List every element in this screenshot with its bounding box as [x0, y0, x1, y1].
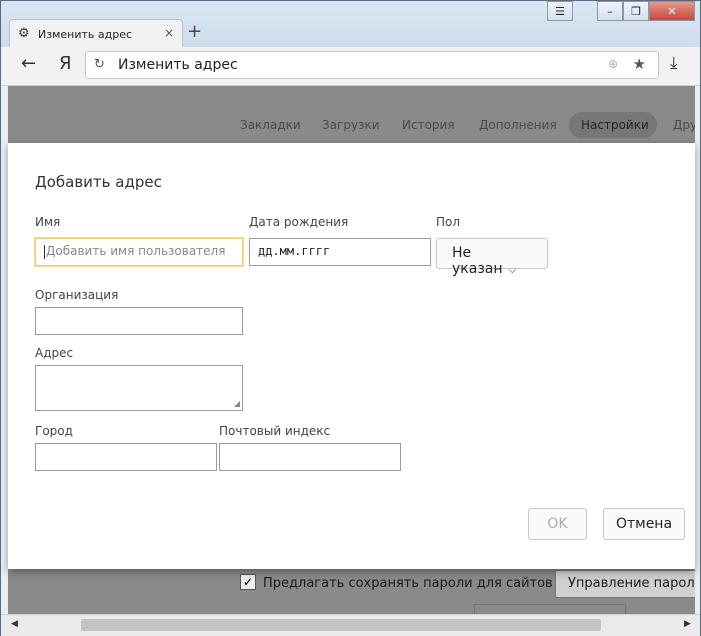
- partial-button-outline: [474, 604, 626, 614]
- organization-label: Организация: [35, 288, 119, 302]
- address-label: Адрес: [35, 346, 74, 360]
- nav-downloads[interactable]: Загрузки: [322, 118, 380, 132]
- resize-handle-icon[interactable]: ◢: [234, 399, 240, 408]
- address-bar[interactable]: ↻ Изменить адрес ⊕ ★: [85, 51, 659, 79]
- nav-bookmarks[interactable]: Закладки: [240, 118, 301, 132]
- birth-date-label: Дата рождения: [249, 215, 349, 229]
- gender-value: Не указан: [452, 245, 503, 277]
- close-window-button[interactable]: ✕: [649, 1, 695, 21]
- chevron-down-icon: ⌵: [508, 265, 517, 276]
- nav-other[interactable]: Дру: [673, 118, 695, 132]
- yandex-logo-icon[interactable]: Я: [59, 53, 72, 74]
- birth-date-input[interactable]: дд.мм.гггг: [249, 238, 431, 266]
- manage-passwords-button[interactable]: Управление паролями: [555, 570, 695, 598]
- save-passwords-checkbox[interactable]: ✓: [240, 574, 256, 590]
- globe-icon[interactable]: ⊕: [608, 57, 618, 71]
- dialog-title: Добавить адрес: [35, 173, 162, 191]
- cancel-button[interactable]: Отмена: [603, 508, 685, 540]
- postcode-input[interactable]: [219, 443, 401, 471]
- address-text[interactable]: Изменить адрес: [118, 57, 238, 73]
- nav-extensions[interactable]: Дополнения: [479, 118, 557, 132]
- minimize-button[interactable]: –: [597, 1, 623, 21]
- nav-settings[interactable]: Настройки: [581, 118, 649, 132]
- new-tab-button[interactable]: +: [187, 21, 202, 42]
- add-address-dialog: Добавить адрес Имя Добавить имя пользова…: [8, 143, 695, 569]
- ok-button[interactable]: OK: [528, 508, 587, 540]
- reload-icon[interactable]: ↻: [94, 57, 105, 72]
- browser-toolbar: ← Я ↻ Изменить адрес ⊕ ★ ⤓: [1, 47, 700, 86]
- organization-input[interactable]: [35, 307, 243, 335]
- scrollbar-thumb[interactable]: [81, 619, 601, 631]
- text-cursor: [44, 244, 45, 259]
- passwords-row: ✓ Предлагать сохранять пароли для сайтов…: [8, 570, 695, 614]
- gear-icon: ⚙: [18, 26, 30, 41]
- browser-window: ⚙ Изменить адрес × + ☰ – ❐ ✕ ← Я ↻ Измен…: [0, 0, 701, 636]
- scroll-left-arrow-icon[interactable]: ◀: [11, 619, 18, 629]
- address-textarea[interactable]: ◢: [35, 365, 243, 411]
- scroll-right-arrow-icon[interactable]: ▶: [684, 619, 691, 629]
- settings-nav: Закладки Загрузки История Дополнения Нас…: [8, 86, 695, 144]
- restore-button[interactable]: ❐: [623, 1, 649, 21]
- menu-button[interactable]: ☰: [547, 1, 573, 21]
- save-passwords-label: Предлагать сохранять пароли для сайтов: [263, 576, 553, 591]
- tab-title: Изменить адрес: [38, 28, 133, 41]
- name-label: Имя: [35, 215, 61, 229]
- active-tab[interactable]: ⚙ Изменить адрес ×: [9, 19, 183, 47]
- city-label: Город: [35, 424, 73, 438]
- nav-history[interactable]: История: [402, 118, 455, 132]
- gender-label: Пол: [436, 215, 461, 229]
- close-tab-icon[interactable]: ×: [164, 26, 174, 40]
- horizontal-scrollbar[interactable]: ◀ ▶: [1, 614, 700, 636]
- city-input[interactable]: [35, 443, 217, 471]
- name-input[interactable]: Добавить имя пользователя: [35, 238, 243, 266]
- postcode-label: Почтовый индекс: [219, 424, 331, 438]
- name-placeholder: Добавить имя пользователя: [46, 244, 226, 258]
- back-arrow-icon[interactable]: ←: [21, 53, 36, 74]
- download-icon[interactable]: ⤓: [670, 53, 678, 73]
- title-bar: ⚙ Изменить адрес × + ☰ – ❐ ✕: [1, 1, 700, 47]
- gender-select[interactable]: Не указан ⌵: [436, 238, 548, 277]
- bookmark-star-icon[interactable]: ★: [633, 55, 646, 73]
